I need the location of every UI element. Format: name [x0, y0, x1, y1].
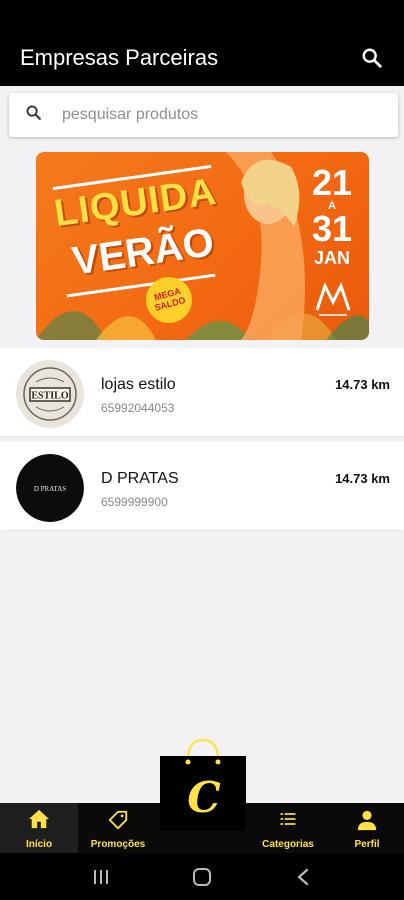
- shopping-bag-icon: C: [160, 738, 246, 831]
- store-logo: ESTILO: [16, 360, 84, 428]
- nav-label: Perfil: [354, 839, 380, 850]
- store-name: lojas estilo: [101, 376, 176, 393]
- tag-icon: [107, 809, 129, 836]
- promo-banner[interactable]: LIQUIDA VERÃO MEGA SALDO 21 A 31 JAN: [36, 152, 369, 340]
- list-item[interactable]: ESTILO lojas estilo 65992044053 14.73 km: [0, 348, 404, 436]
- nav-item-inicio[interactable]: Início: [0, 803, 78, 853]
- status-bar: [0, 0, 404, 30]
- nav-item-perfil[interactable]: Perfil: [330, 803, 404, 853]
- search-bar: [9, 93, 398, 137]
- system-nav-bar: [0, 853, 404, 900]
- store-distance: 14.73 km: [335, 471, 390, 486]
- store-phone: 6599999900: [101, 495, 168, 509]
- nav-label: Categorias: [262, 839, 314, 850]
- recent-apps-button[interactable]: [81, 862, 121, 892]
- date-end: 31: [311, 208, 353, 249]
- nav-label: Início: [25, 839, 53, 850]
- store-logo: D PRATAS: [16, 454, 84, 522]
- list-item[interactable]: D PRATAS D PRATAS 6599999900 14.73 km: [0, 442, 404, 530]
- svg-text:ESTILO: ESTILO: [31, 391, 68, 402]
- store-list: ESTILO lojas estilo 65992044053 14.73 km…: [0, 348, 404, 536]
- page-title: Empresas Parceiras: [20, 45, 219, 70]
- nav-item-promocoes[interactable]: Promoções: [80, 803, 156, 853]
- nav-label: Promoções: [90, 839, 146, 850]
- home-icon: [28, 809, 50, 834]
- date-start: 21: [311, 162, 353, 203]
- search-input[interactable]: [62, 106, 362, 124]
- nav-item-categorias[interactable]: Categorias: [250, 803, 326, 853]
- back-button[interactable]: [283, 862, 323, 892]
- search-icon: [25, 104, 42, 126]
- svg-text:D PRATAS: D PRATAS: [34, 485, 66, 493]
- search-icon[interactable]: [360, 46, 384, 70]
- shopping-bag-button[interactable]: C: [158, 738, 248, 831]
- banner-dates: 21 A 31 JAN: [307, 162, 357, 269]
- home-button[interactable]: [182, 862, 222, 892]
- store-phone: 65992044053: [101, 401, 175, 415]
- person-icon: [356, 809, 378, 836]
- date-month: JAN: [313, 248, 350, 268]
- store-distance: 14.73 km: [335, 377, 390, 392]
- mall-logo-icon: [315, 282, 351, 316]
- list-icon: [278, 809, 298, 834]
- app-bar: Empresas Parceiras: [0, 30, 404, 86]
- svg-text:C: C: [187, 773, 221, 822]
- store-name: D PRATAS: [101, 470, 179, 487]
